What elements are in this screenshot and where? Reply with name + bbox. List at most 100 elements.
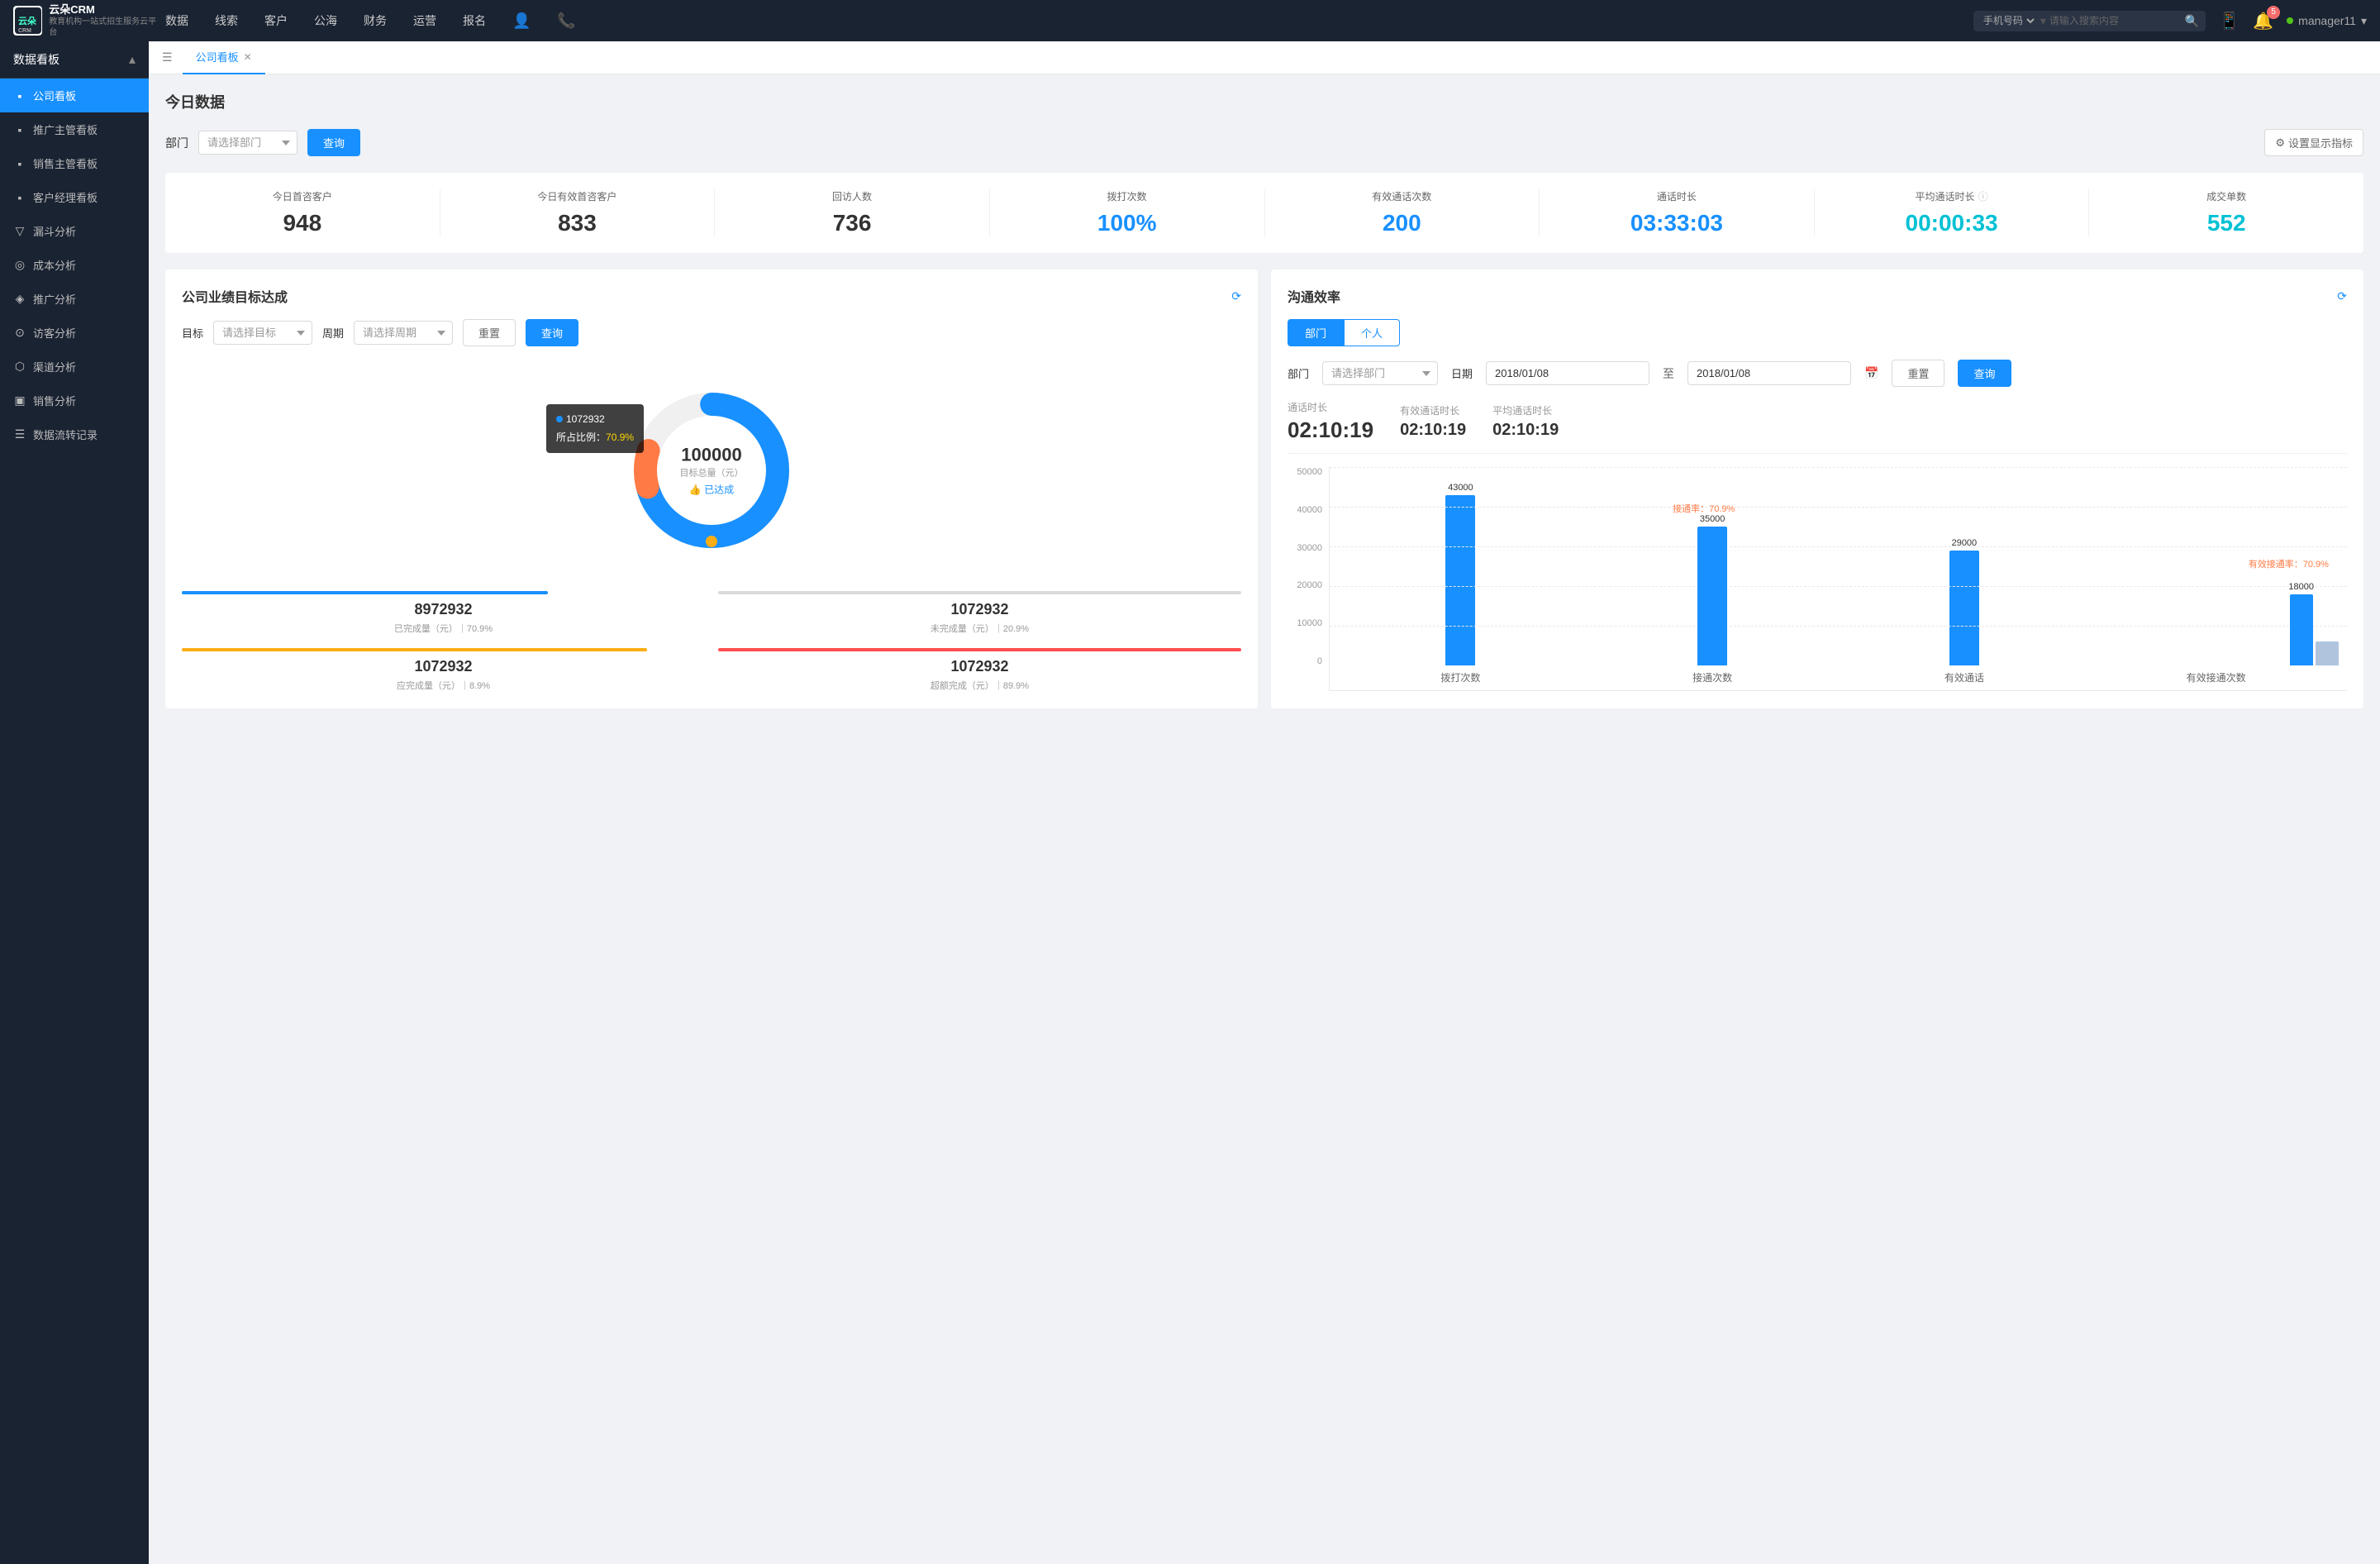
comm-stat-total-duration: 通话时长 02:10:19 (1288, 400, 1373, 443)
calendar-icon[interactable]: 📅 (1864, 366, 1878, 380)
target-reset-btn[interactable]: 重置 (463, 319, 516, 346)
tab-bar: ☰ 公司看板 ✕ (149, 41, 2380, 74)
comm-date-label: 日期 (1451, 365, 1473, 381)
x-label-effective: 有效通话 (1842, 670, 2087, 690)
nav-sea[interactable]: 公海 (311, 12, 340, 30)
nav-right: 手机号码 ▾ 🔍 📱 🔔 5 manager11 ▾ (1973, 11, 2367, 31)
comm-query-btn[interactable]: 查询 (1958, 360, 2011, 387)
tab-company-board[interactable]: 公司看板 ✕ (183, 41, 265, 74)
stat-revisit-label: 回访人数 (728, 189, 976, 203)
search-type-select[interactable]: 手机号码 (1980, 14, 2037, 27)
notification-badge: 5 (2267, 6, 2280, 19)
nav-ops[interactable]: 运营 (410, 12, 440, 30)
sidebar-collapse-icon[interactable]: ▴ (129, 51, 136, 68)
sidebar-item-sales-manager[interactable]: ▪ 销售主管看板 (0, 146, 149, 180)
sidebar-item-promo[interactable]: ◈ 推广分析 (0, 282, 149, 316)
x-label-dial: 拨打次数 (1338, 670, 1583, 690)
dept-filter-label: 部门 (165, 135, 188, 151)
nav-user-icon[interactable]: 👤 (509, 12, 534, 30)
user-dropdown-icon[interactable]: ▾ (2361, 14, 2367, 28)
target-query-btn[interactable]: 查询 (526, 319, 578, 346)
sidebar-item-promo-label: 推广分析 (33, 291, 76, 307)
today-query-btn[interactable]: 查询 (307, 129, 360, 156)
sidebar-title: 数据看板 (13, 51, 60, 68)
stat-revisit: 回访人数 736 (715, 189, 990, 236)
target-label: 目标 (182, 325, 203, 341)
notification-icon[interactable]: 🔔 5 (2253, 11, 2273, 31)
comm-reset-btn[interactable]: 重置 (1892, 360, 1944, 387)
today-stats-row: 今日首咨客户 948 今日有效首咨客户 833 回访人数 736 拨打次数 10… (165, 173, 2363, 253)
stat-effective-consult: 今日有效首咨客户 833 (440, 189, 716, 236)
sidebar-item-account-manager[interactable]: ▪ 客户经理看板 (0, 180, 149, 214)
comm-tab-dept[interactable]: 部门 (1288, 319, 1344, 346)
sidebar-item-visitor[interactable]: ⊙ 访客分析 (0, 316, 149, 350)
sidebar-item-data-flow[interactable]: ☰ 数据流转记录 (0, 417, 149, 451)
target-form: 目标 请选择目标 周期 请选择周期 重置 查询 (182, 319, 1241, 346)
nav-customers[interactable]: 客户 (261, 12, 291, 30)
comm-tab-personal[interactable]: 个人 (1344, 319, 1400, 346)
comm-date-to[interactable] (1687, 361, 1851, 385)
dept-filter-select[interactable]: 请选择部门 (198, 131, 298, 155)
nav-phone-icon[interactable]: 📞 (554, 12, 578, 30)
target-refresh-icon[interactable]: ⟳ (1231, 289, 1241, 303)
sidebar-item-cost[interactable]: ◎ 成本分析 (0, 248, 149, 282)
user-info[interactable]: manager11 ▾ (2287, 14, 2367, 28)
tab-close-icon[interactable]: ✕ (244, 51, 252, 63)
stat-first-consult-value: 948 (178, 210, 426, 236)
comm-refresh-icon[interactable]: ⟳ (2337, 289, 2347, 303)
stat-deals-label: 成交单数 (2102, 189, 2350, 203)
date-separator: 至 (1663, 365, 1674, 382)
settings-display-btn[interactable]: ⚙ 设置显示指标 (2264, 129, 2363, 156)
nav-enroll[interactable]: 报名 (459, 12, 489, 30)
nav-leads[interactable]: 线索 (212, 12, 241, 30)
bar-group-effective-connect: 18000 有效接通率：70.9% (2093, 467, 2339, 665)
stat-deals-value: 552 (2102, 210, 2350, 236)
comm-dept-label: 部门 (1288, 365, 1309, 381)
sidebar-item-company-board[interactable]: ▪ 公司看板 (0, 79, 149, 112)
content-area: ☰ 公司看板 ✕ 今日数据 部门 请选择部门 查询 ⚙ 设置显示指标 (149, 41, 2380, 1564)
completed-stat: 8972932 已完成量（元）｜70.9% (182, 591, 705, 635)
promo-icon: ◈ (13, 292, 26, 306)
comm-stat-avg-duration-label: 平均通话时长 (1492, 403, 1559, 417)
sidebar-item-channel-label: 渠道分析 (33, 359, 76, 374)
stat-call-duration-label: 通话时长 (1553, 189, 1801, 203)
stat-effective-consult-label: 今日有效首咨客户 (454, 189, 702, 203)
nav-data[interactable]: 数据 (162, 12, 192, 30)
should-complete-stat: 1072932 应完成量（元）｜8.9% (182, 648, 705, 692)
sidebar-item-account-manager-label: 客户经理看板 (33, 189, 98, 205)
nav-finance[interactable]: 财务 (360, 12, 390, 30)
period-select[interactable]: 请选择周期 (354, 321, 453, 345)
y-label-40000: 40000 (1288, 505, 1322, 515)
x-label-connect: 接通次数 (1590, 670, 1835, 690)
sidebar-item-funnel-label: 漏斗分析 (33, 223, 76, 239)
sidebar-item-funnel[interactable]: ▽ 漏斗分析 (0, 214, 149, 248)
sidebar-item-promo-manager[interactable]: ▪ 推广主管看板 (0, 112, 149, 146)
comm-dept-select[interactable]: 请选择部门 (1322, 361, 1438, 385)
tablet-icon[interactable]: 📱 (2219, 11, 2240, 31)
stat-call-duration: 通话时长 03:33:03 (1540, 189, 1815, 236)
effective-connect-rate-label: 有效接通率：70.9% (2249, 557, 2329, 570)
sidebar-item-sales[interactable]: ▣ 销售分析 (0, 384, 149, 417)
bar-group-dial: 43000 (1338, 467, 1583, 665)
bar-label-43000: 43000 (1448, 483, 1473, 493)
stat-revisit-value: 736 (728, 210, 976, 236)
bar-effective (1949, 551, 1979, 665)
search-submit-icon[interactable]: 🔍 (2185, 14, 2199, 28)
tab-company-board-label: 公司看板 (196, 49, 239, 64)
target-select[interactable]: 请选择目标 (213, 321, 312, 345)
bar-dial (1445, 495, 1475, 665)
settings-icon: ⚙ (2275, 136, 2285, 150)
sidebar-item-company-board-label: 公司看板 (33, 88, 76, 103)
search-input[interactable] (2049, 15, 2182, 26)
x-label-effective-connect: 有效接通次数 (2093, 670, 2339, 690)
svg-text:云朵: 云朵 (18, 15, 36, 26)
target-card-title: 公司业绩目标达成 (182, 286, 288, 306)
bar-group-effective: 29000 (1842, 467, 2087, 665)
comm-stat-effective-duration: 有效通话时长 02:10:19 (1400, 403, 1466, 440)
comm-stat-effective-duration-value: 02:10:19 (1400, 421, 1466, 440)
filter-bar: 部门 请选择部门 查询 ⚙ 设置显示指标 (165, 129, 2363, 156)
comm-stat-avg-duration: 平均通话时长 02:10:19 (1492, 403, 1559, 440)
sidebar-item-channel[interactable]: ⬡ 渠道分析 (0, 350, 149, 384)
tab-menu-toggle[interactable]: ☰ (162, 50, 173, 64)
comm-date-from[interactable] (1486, 361, 1649, 385)
